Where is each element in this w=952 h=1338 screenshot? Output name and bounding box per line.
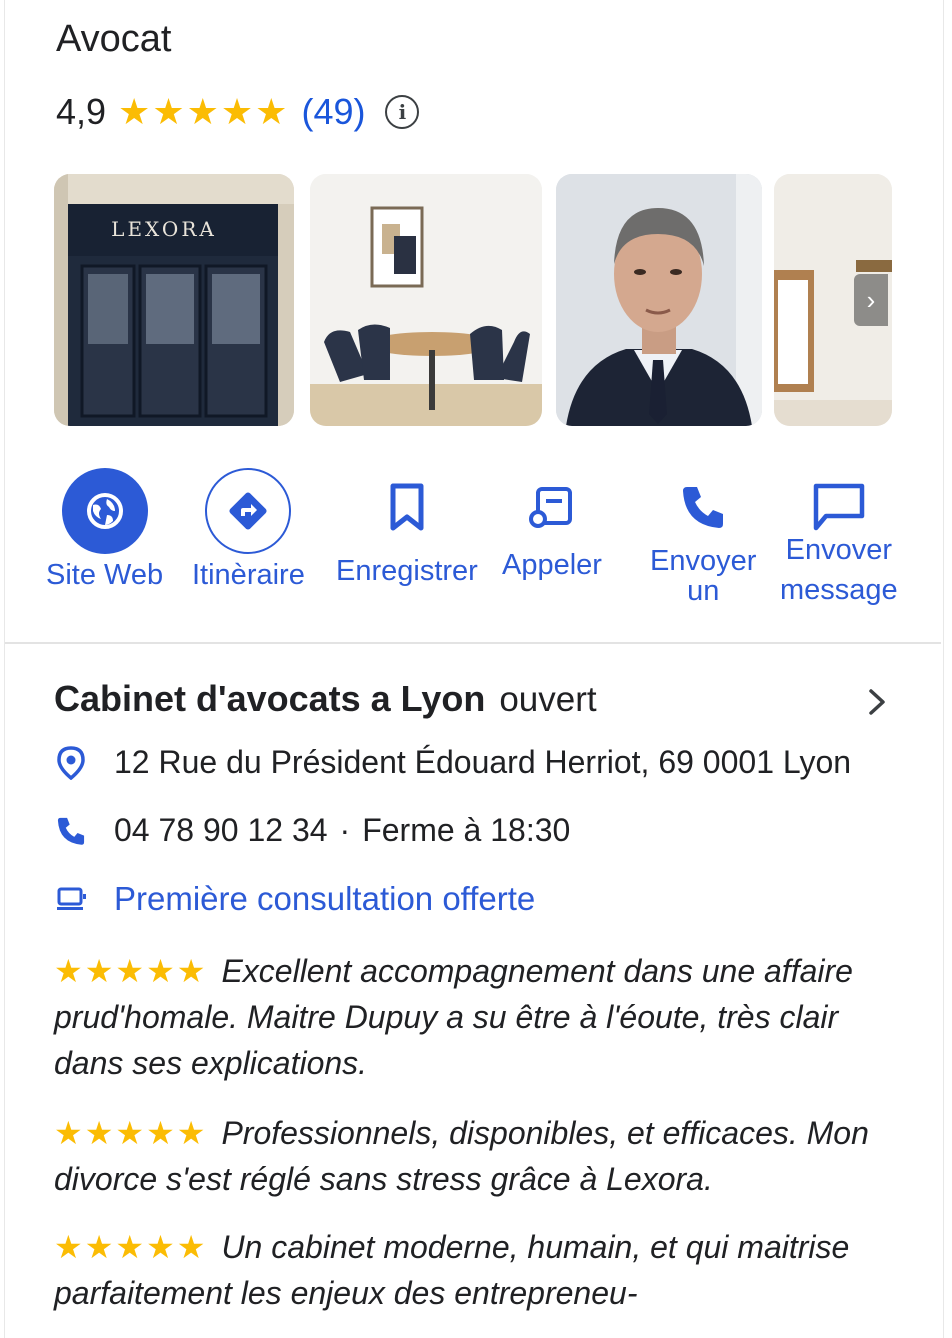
directions-icon — [205, 468, 292, 554]
send-label: Envoyer un — [650, 545, 757, 607]
business-name: Cabinet d'avocats a Lyon — [54, 678, 486, 719]
open-status: ouvert — [499, 680, 597, 719]
review-stars-icon: ★★★★★ — [54, 953, 208, 989]
phone-icon — [673, 468, 733, 546]
call-button[interactable]: Appeler — [502, 468, 602, 580]
directions-button[interactable]: Itinèraire — [192, 468, 305, 590]
photo-meeting-room[interactable] — [310, 174, 542, 426]
photo-lawyer-portrait[interactable] — [556, 174, 762, 426]
save-label: Enregistrer — [336, 555, 478, 587]
category-title: Avocat — [56, 18, 172, 60]
message-label: Envover message — [780, 534, 898, 606]
review-item: ★★★★★ Professionnels, disponibles, et eff… — [54, 1110, 904, 1202]
address-text: 12 Rue du Président Édouard Herriot, 69 … — [114, 744, 852, 780]
directions-label: Itinèraire — [192, 559, 305, 591]
star-icon: ★ — [118, 91, 151, 132]
star-icon: ★ — [220, 91, 254, 132]
rating-stars: ★ ★ ★ ★ ★ — [118, 94, 287, 130]
storefront-sign-text: LEXORA — [111, 217, 217, 241]
photo-carousel[interactable]: LEXORA › — [54, 174, 892, 426]
save-button[interactable]: Enregistrer — [336, 468, 478, 586]
rating-row: 4,9 ★ ★ ★ ★ ★ (49) i — [56, 88, 420, 136]
action-bar: Site Web Itinèraire Enregistrer Appeler — [40, 468, 920, 628]
bookmark-icon — [377, 468, 437, 546]
promo-link[interactable]: Première consultation offerte — [114, 880, 535, 918]
carousel-next-icon[interactable]: › — [854, 274, 888, 326]
review-item: ★★★★★ Excellent accompagnement dans une a… — [54, 948, 904, 1086]
phone-icon — [54, 814, 88, 848]
phone-number[interactable]: 04 78 90 12 34 — [114, 812, 328, 849]
separator-dot: · — [339, 812, 351, 848]
rating-value: 4,9 — [56, 91, 107, 132]
chevron-right-icon[interactable] — [864, 686, 890, 718]
review-stars-icon: ★★★★★ — [54, 1229, 208, 1265]
photo-storefront[interactable]: LEXORA — [54, 174, 294, 426]
website-button[interactable]: Site Web — [46, 468, 163, 590]
info-icon[interactable]: i — [385, 95, 420, 129]
message-button[interactable]: Envover message — [780, 468, 898, 610]
star-icon: ★ — [152, 91, 185, 132]
business-heading[interactable]: Cabinet d'avocats a Lyon ouvert — [54, 678, 597, 720]
star-icon: ★ — [186, 91, 219, 132]
globe-icon — [61, 468, 148, 554]
review-stars-icon: ★★★★★ — [54, 1115, 208, 1151]
address-row[interactable]: 12 Rue du Président Édouard Herriot, 69 … — [54, 744, 851, 781]
phone-book-icon — [522, 468, 582, 546]
review-count-link[interactable]: (49) — [301, 91, 365, 133]
review-item: ★★★★★ Un cabinet moderne, humain, et qui … — [54, 1224, 904, 1316]
location-pin-icon — [54, 745, 88, 780]
star-icon: ★ — [255, 91, 288, 132]
send-button[interactable]: Envoyer un — [650, 468, 756, 606]
section-divider — [5, 642, 941, 644]
call-label: Appeler — [502, 549, 602, 581]
website-label: Site Web — [46, 559, 164, 591]
phone-hours-row[interactable]: 04 78 90 12 34 · Ferme à 18:30 — [54, 812, 570, 849]
laptop-icon — [54, 882, 88, 916]
promo-row[interactable]: Première consultation offerte — [54, 880, 535, 918]
hours-text: Ferme à 18:30 — [362, 812, 571, 848]
